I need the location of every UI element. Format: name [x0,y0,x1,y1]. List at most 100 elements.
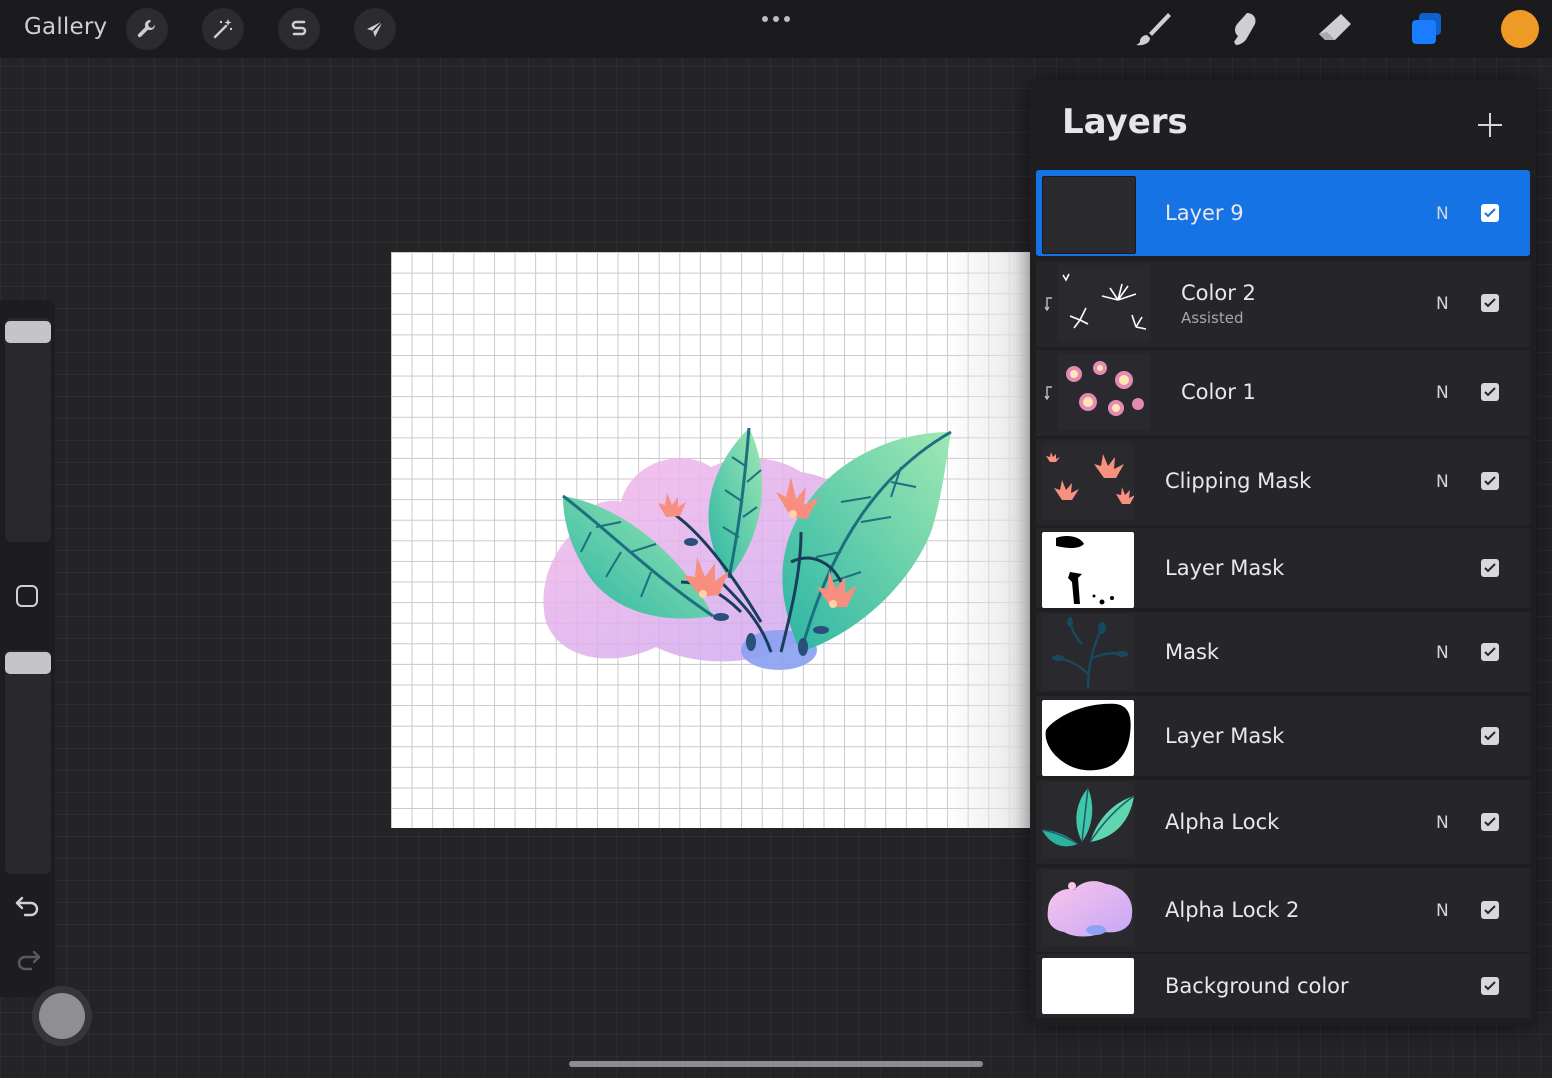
checkmark-icon [1484,563,1496,573]
layer-visibility-checkbox[interactable] [1481,559,1499,577]
dots-thumbnail-art [1066,361,1144,416]
blend-mode-button[interactable]: N [1436,643,1449,663]
leaves-thumbnail-art [1042,787,1134,847]
checkmark-icon [1484,208,1496,218]
layer-name: Color 1 [1181,380,1256,404]
blend-mode-button[interactable]: N [1436,383,1449,403]
layer-row-layer-mask-2[interactable]: Layer Mask [1036,696,1530,776]
left-sidebar [0,300,55,997]
transform-arrow-icon [367,20,384,37]
selection-button[interactable] [278,8,320,50]
layer-row-clipping-mask[interactable]: Clipping Mask N [1036,439,1530,525]
layer-thumbnail [1042,532,1134,608]
layers-icon [1412,13,1441,44]
layer-name: Mask [1165,640,1220,664]
drawing-canvas[interactable] [391,252,1031,828]
layer-visibility-checkbox[interactable] [1481,472,1499,490]
undo-button[interactable] [14,894,42,922]
paint-brush-button[interactable] [1132,8,1174,50]
layer-visibility-checkbox[interactable] [1481,813,1499,831]
opacity-slider[interactable] [5,650,51,874]
layer-visibility-checkbox[interactable] [1481,727,1499,745]
layer-row-layer-9[interactable]: Layer 9 N [1036,170,1530,256]
checkmark-icon [1484,387,1496,397]
layer-name: Color 2 [1181,281,1256,305]
quick-menu-button[interactable] [32,986,92,1046]
home-indicator[interactable] [569,1061,983,1067]
layer-name: Clipping Mask [1165,469,1312,493]
layer-thumbnail [1058,265,1150,341]
layer-visibility-checkbox[interactable] [1481,901,1499,919]
checkmark-icon [1484,981,1496,991]
opacity-handle[interactable] [5,652,51,674]
layer-name: Layer Mask [1165,724,1285,748]
layer-thumbnail [1042,700,1134,776]
actions-button[interactable] [126,8,168,50]
layer-name: Layer Mask [1165,556,1285,580]
clipping-arrow-icon [1044,386,1052,400]
brush-size-handle[interactable] [5,321,51,343]
layer-row-alpha-lock[interactable]: Alpha Lock N [1036,780,1530,864]
layer-thumbnail [1042,614,1134,690]
layer-name: Layer 9 [1165,201,1244,225]
layer-thumbnail [1042,870,1134,946]
undo-icon [15,896,39,917]
eraser-icon [1319,14,1351,40]
layer-name: Alpha Lock [1165,810,1280,834]
layer-visibility-checkbox[interactable] [1481,643,1499,661]
blend-mode-button[interactable]: N [1436,813,1449,833]
stems-thumbnail-art [1052,617,1128,689]
layer-thumbnail [1042,958,1134,1014]
mask-thumbnail-art [1045,703,1131,771]
smudge-button[interactable] [1222,8,1264,50]
brush-size-slider[interactable] [5,318,51,542]
layer-row-color-2[interactable]: Color 2 Assisted N [1036,261,1530,347]
layer-row-mask[interactable]: Mask N [1036,612,1530,692]
layer-name: Alpha Lock 2 [1165,898,1300,922]
layer-subtitle: Assisted [1181,309,1244,327]
adjustments-button[interactable] [202,8,244,50]
layer-visibility-checkbox[interactable] [1481,204,1499,222]
sprouts-thumbnail-art [1062,273,1147,330]
blend-mode-button[interactable]: N [1436,294,1449,314]
top-toolbar: Gallery [0,0,1552,58]
brush-icon [1136,13,1171,46]
selection-s-icon [291,20,307,36]
wrench-icon [137,19,156,38]
blend-mode-button[interactable]: N [1436,472,1449,492]
ellipsis-icon [762,16,790,22]
add-layer-button[interactable] [1475,110,1505,140]
flowers-thumbnail-art [1046,452,1134,504]
layer-visibility-checkbox[interactable] [1481,383,1499,401]
layer-row-layer-mask[interactable]: Layer Mask [1036,528,1530,608]
layer-visibility-checkbox[interactable] [1481,294,1499,312]
layer-row-background-color[interactable]: Background color [1036,954,1530,1018]
checkmark-icon [1484,905,1496,915]
checkmark-icon [1484,647,1496,657]
mask-thumbnail-art [1056,536,1114,605]
layer-row-color-1[interactable]: Color 1 N [1036,350,1530,436]
blend-mode-button[interactable]: N [1436,901,1449,921]
quick-menu-knob [39,993,85,1039]
gallery-button[interactable]: Gallery [24,14,107,40]
checkmark-icon [1484,298,1496,308]
blend-mode-button[interactable]: N [1436,204,1449,224]
transform-button[interactable] [354,8,396,50]
more-options-button[interactable] [760,10,792,29]
redo-button[interactable] [14,948,42,976]
layers-button[interactable] [1406,8,1448,50]
checkmark-icon [1484,731,1496,741]
layers-panel-title: Layers [1062,102,1188,142]
magic-wand-icon [213,19,233,39]
layer-thumbnail [1042,444,1134,520]
modify-button[interactable] [16,585,38,607]
checkmark-icon [1484,817,1496,827]
layer-row-alpha-lock-2[interactable]: Alpha Lock 2 N [1036,868,1530,952]
redo-icon [17,950,41,971]
eraser-button[interactable] [1314,8,1356,50]
plus-icon [1478,113,1502,137]
color-picker-button[interactable] [1501,10,1539,48]
layer-thumbnail [1042,782,1134,858]
botanical-illustration [543,427,952,670]
layer-visibility-checkbox[interactable] [1481,977,1499,995]
